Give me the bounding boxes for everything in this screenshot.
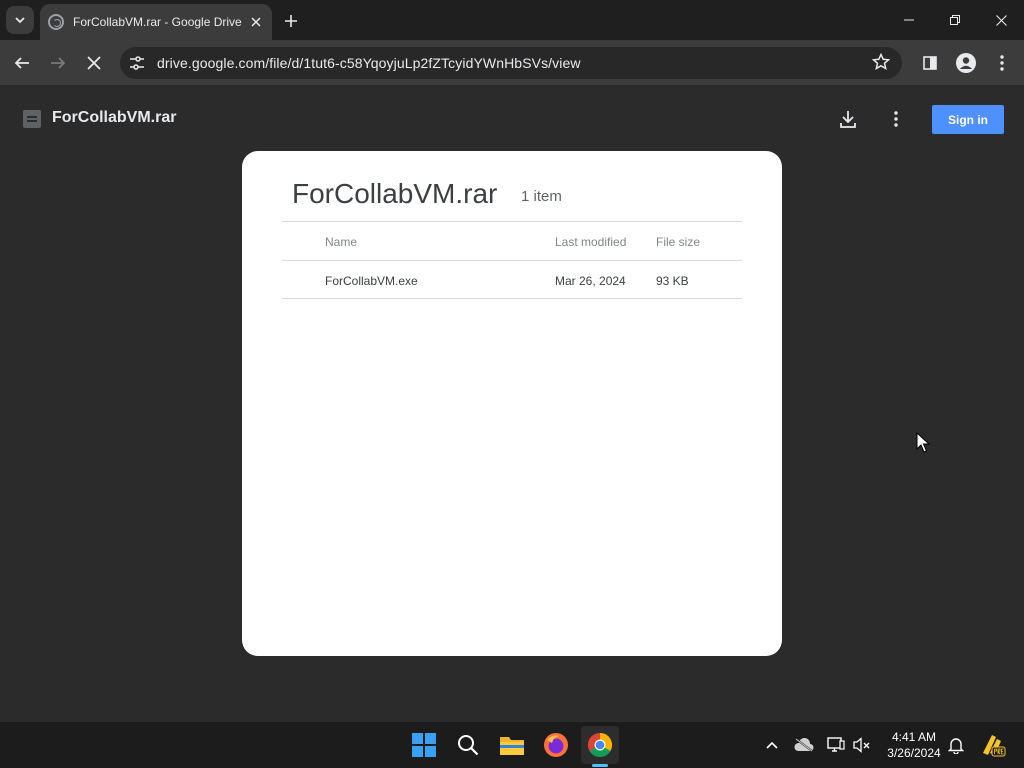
onedrive-tray-button[interactable]	[793, 734, 815, 756]
archive-preview-card: ForCollabVM.rar 1 item Name Last modifie…	[242, 151, 782, 656]
file-title: ForCollabVM.rar	[52, 109, 177, 126]
document-icon	[23, 110, 41, 128]
file-modified: Mar 26, 2024	[555, 274, 626, 288]
tab-strip: ForCollabVM.rar - Google Drive	[0, 0, 1024, 40]
taskbar: 4:41 AM 3/26/2024	[0, 721, 1024, 768]
drive-header: ForCollabVM.rar Sign in	[0, 87, 1024, 151]
column-header-name: Name	[325, 235, 358, 249]
tab-close-icon[interactable]	[248, 14, 264, 30]
vertical-dots-icon	[894, 111, 898, 127]
google-drive-favicon-icon	[48, 14, 64, 30]
column-header-file-size: File size	[656, 235, 701, 249]
browser-tab[interactable]: ForCollabVM.rar - Google Drive	[40, 4, 272, 40]
back-button[interactable]	[8, 49, 36, 77]
more-actions-button[interactable]	[880, 105, 912, 133]
sign-in-button[interactable]: Sign in	[932, 105, 1004, 134]
volume-tray-button[interactable]	[851, 734, 873, 756]
browser-toolbar: drive.google.com/file/d/1tut6-c58YqoyjuL…	[0, 40, 1024, 86]
network-monitor-icon	[827, 737, 845, 752]
network-tray-button[interactable]	[825, 734, 847, 756]
tab-search-button[interactable]	[6, 6, 34, 34]
close-icon	[995, 14, 1007, 26]
url-text: drive.google.com/file/d/1tut6-c58YqoyjuL…	[157, 55, 581, 71]
start-button[interactable]	[405, 726, 443, 764]
download-icon	[840, 111, 856, 128]
windows-logo-icon	[412, 733, 436, 757]
file-name: ForCollabVM.exe	[325, 274, 418, 288]
dev-preview-badge-icon	[983, 735, 1006, 757]
table-header-row: Name Last modified File size	[282, 221, 742, 260]
chevron-up-icon	[766, 741, 778, 749]
archive-title: ForCollabVM.rar	[292, 178, 498, 209]
chevron-down-icon	[15, 17, 25, 24]
browser-menu-button[interactable]	[988, 49, 1016, 77]
active-app-indicator	[592, 764, 608, 767]
forward-button[interactable]	[44, 49, 72, 77]
side-panel-icon	[923, 56, 937, 70]
new-tab-button[interactable]	[280, 10, 302, 32]
side-panel-button[interactable]	[916, 49, 944, 77]
file-explorer-button[interactable]	[493, 726, 531, 764]
close-window-button[interactable]	[978, 0, 1024, 40]
minimize-icon	[904, 19, 914, 21]
bell-icon	[948, 738, 964, 754]
show-hidden-icons-button[interactable]	[761, 734, 783, 756]
notifications-button[interactable]	[945, 734, 967, 756]
clock-date: 3/26/2024	[887, 746, 941, 760]
vertical-dots-icon	[1000, 55, 1004, 71]
minimize-button[interactable]	[886, 0, 932, 40]
download-button[interactable]	[832, 105, 864, 133]
profile-avatar-icon	[956, 53, 976, 73]
restore-button[interactable]	[932, 0, 978, 40]
firefox-button[interactable]	[537, 726, 575, 764]
cloud-offline-icon	[794, 738, 814, 752]
plus-icon	[285, 15, 297, 27]
restore-icon	[950, 15, 960, 25]
folder-icon	[500, 737, 524, 755]
stop-loading-button[interactable]	[80, 49, 108, 77]
table-row[interactable]: ForCollabVM.exe Mar 26, 2024 93 KB	[282, 260, 742, 299]
chrome-icon	[587, 733, 613, 758]
arrow-left-icon	[14, 57, 29, 69]
site-info-icon[interactable]	[122, 49, 152, 77]
tab-title: ForCollabVM.rar - Google Drive	[73, 15, 242, 29]
search-button[interactable]	[449, 726, 487, 764]
column-header-last-modified: Last modified	[555, 235, 627, 249]
search-icon	[458, 735, 479, 756]
bookmark-star-icon[interactable]	[871, 52, 891, 76]
file-size: 93 KB	[656, 274, 689, 288]
archive-contents-table: Name Last modified File size ForCollabVM…	[282, 221, 742, 299]
arrow-right-icon	[51, 57, 66, 69]
clock[interactable]: 4:41 AM 3/26/2024	[880, 729, 948, 761]
clock-time: 4:41 AM	[891, 730, 937, 744]
mouse-cursor-icon	[916, 432, 930, 453]
chrome-button[interactable]	[581, 726, 619, 764]
dev-preview-tray-button[interactable]	[979, 731, 1007, 759]
stop-x-icon	[87, 56, 101, 70]
item-count: 1 item	[521, 188, 562, 205]
firefox-icon	[544, 733, 568, 757]
volume-muted-icon	[853, 737, 870, 753]
profile-button[interactable]	[952, 49, 980, 77]
address-bar[interactable]: drive.google.com/file/d/1tut6-c58YqoyjuL…	[120, 47, 902, 79]
